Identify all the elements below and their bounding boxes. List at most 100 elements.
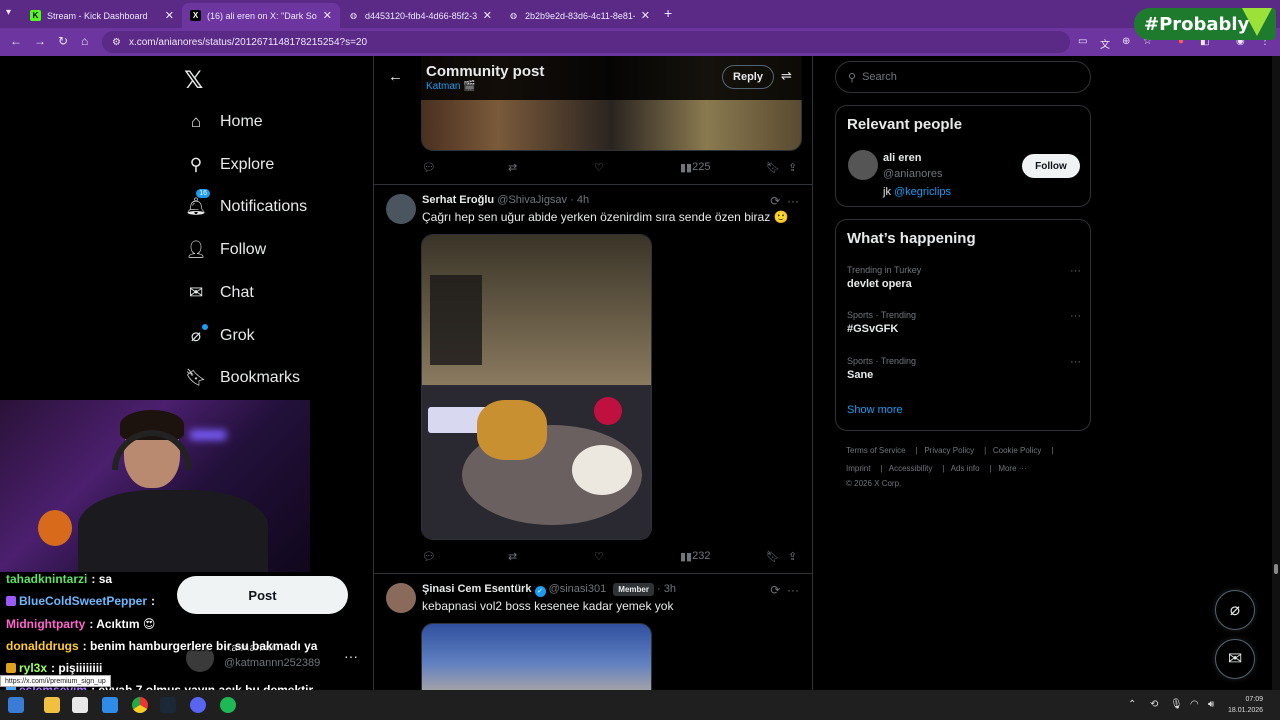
x-logo-icon[interactable]: 𝕏 [184, 66, 203, 95]
nav-notifications[interactable]: 🔔︎ 16 Notifications [185, 189, 307, 217]
more-icon[interactable]: ··· [344, 648, 358, 664]
steam-icon[interactable] [160, 697, 176, 713]
search-input[interactable]: ⚲ Search [835, 61, 1091, 93]
scrollbar-thumb[interactable] [1274, 564, 1278, 574]
nav-home[interactable]: ⌂ Home [186, 112, 263, 132]
author-handle[interactable]: @sinasi301 [549, 583, 607, 595]
zoom-icon[interactable]: ⊕ [1122, 36, 1130, 47]
person-handle[interactable]: @anianores [883, 168, 942, 180]
cast-icon[interactable]: ▭ [1078, 36, 1087, 47]
trend-item[interactable]: Sports · Trending #GSvGFK ··· [847, 310, 1081, 335]
tab-kick-dashboard[interactable]: K Stream - Kick Dashboard ✕ [22, 3, 182, 28]
link-status-url: https://x.com/i/premium_sign_up [0, 675, 111, 687]
tab-uuid-1[interactable]: ◍ d4453120-fdb4-4d66-85f2-327 ✕ [340, 3, 500, 28]
author-handle[interactable]: @ShivaJigsav [497, 194, 567, 206]
like-icon[interactable]: ♡ [594, 550, 604, 563]
reload-icon[interactable]: ↻ [58, 34, 68, 48]
more-icon[interactable]: ⟳ ··· [770, 583, 799, 597]
app-icon[interactable] [102, 697, 118, 713]
share-icon[interactable]: ⇪ [788, 161, 797, 174]
back-icon[interactable]: ← [10, 34, 22, 48]
spotify-icon[interactable] [220, 697, 236, 713]
follow-button[interactable]: Follow [1022, 154, 1080, 178]
forward-icon[interactable]: → [34, 34, 46, 48]
mic-icon[interactable]: 🎙︎ [1170, 699, 1183, 710]
nav-explore[interactable]: ⚲ Explore [186, 155, 274, 175]
more-icon[interactable]: ··· [1070, 265, 1081, 277]
footer-link[interactable]: Privacy Policy [924, 446, 974, 455]
footer-link[interactable]: Terms of Service [846, 446, 906, 455]
post[interactable]: Şinasi Cem Esentürk ✓ @sinasi301 Member … [374, 573, 812, 690]
footer-link[interactable]: Accessibility [889, 464, 933, 473]
post[interactable]: Serhat Eroğlu @ShivaJigsav · 4h ⟳ ··· Ça… [374, 184, 812, 574]
start-icon[interactable] [8, 697, 24, 713]
close-tab-icon[interactable]: ✕ [641, 9, 650, 22]
footer-link[interactable]: More ··· [998, 464, 1026, 473]
trend-item[interactable]: Trending in Turkey devlet opera ··· [847, 265, 1081, 290]
page-scrollbar[interactable] [1272, 56, 1280, 690]
post-image[interactable] [421, 623, 652, 690]
clock[interactable]: 07:09 18.01.2026 [1228, 694, 1263, 716]
avatar[interactable] [386, 583, 416, 613]
nav-follow[interactable]: 👤︎ Follow [185, 240, 266, 260]
more-icon[interactable]: ··· [1070, 356, 1081, 368]
post-time[interactable]: · 4h [570, 194, 589, 206]
filter-settings-icon[interactable]: ⇌ [781, 68, 792, 84]
close-tab-icon[interactable]: ✕ [165, 9, 174, 22]
back-arrow-icon[interactable]: ← [388, 68, 403, 85]
reply-button[interactable]: Reply [722, 65, 774, 89]
network-icon[interactable]: ⟲ [1150, 699, 1158, 710]
chrome-icon[interactable] [132, 697, 148, 713]
author-name[interactable]: Serhat Eroğlu [422, 194, 494, 206]
new-tab-button[interactable]: + [664, 5, 672, 21]
repost-icon[interactable]: ⇄ [508, 161, 517, 174]
views-icon[interactable]: ▮▮ 232 [680, 550, 710, 563]
trend-item[interactable]: Sports · Trending Sane ··· [847, 356, 1081, 381]
footer-link[interactable]: Imprint [846, 464, 870, 473]
post-image[interactable] [421, 234, 652, 540]
post-button[interactable]: Post [177, 576, 348, 614]
bookmark-icon[interactable]: 🔖︎ [766, 161, 780, 174]
reply-icon[interactable]: 💬︎ [422, 550, 436, 563]
reply-icon[interactable]: 💬︎ [422, 161, 436, 174]
site-info-icon[interactable]: ⚙ [112, 37, 121, 48]
footer-link[interactable]: Ads info [951, 464, 980, 473]
grok-icon[interactable]: ⌀ [1215, 590, 1255, 630]
wifi-icon[interactable]: ◠ [1190, 699, 1199, 710]
file-explorer-icon[interactable] [44, 697, 60, 713]
share-icon[interactable]: ⇪ [788, 550, 797, 563]
nav-grok[interactable]: ⌀ Grok [186, 324, 255, 346]
volume-icon[interactable]: 🔊︎ [1208, 699, 1214, 710]
tab-x-post[interactable]: X (16) ali eren on X: "Dark Souls 3 ✕ [182, 3, 340, 28]
repost-icon[interactable]: ⇄ [508, 550, 517, 563]
nav-chat[interactable]: ✉ Chat [186, 283, 254, 303]
person-name[interactable]: ali eren [883, 152, 922, 164]
close-tab-icon[interactable]: ✕ [323, 9, 332, 22]
avatar[interactable] [386, 194, 416, 224]
tab-menu-icon[interactable]: ▾ [6, 7, 11, 18]
bookmark-icon[interactable]: 🔖︎ [766, 550, 780, 563]
views-icon[interactable]: ▮▮ 225 [680, 161, 710, 174]
bio-link[interactable]: @kegriclips [894, 186, 951, 198]
like-icon[interactable]: ♡ [594, 161, 604, 174]
logo-check-shape [1242, 8, 1272, 36]
avatar[interactable] [848, 150, 878, 180]
close-tab-icon[interactable]: ✕ [483, 9, 492, 22]
translate-icon[interactable]: 文 [1100, 36, 1110, 51]
discord-icon[interactable] [190, 697, 206, 713]
show-more-link[interactable]: Show more [847, 404, 903, 416]
tab-uuid-2[interactable]: ◍ 2b2b9e2d-83d6-4c11-8e81-6b ✕ [500, 3, 658, 28]
home-icon[interactable]: ⌂ [81, 34, 88, 48]
author-name[interactable]: Şinasi Cem Esentürk [422, 583, 531, 595]
url-bar[interactable]: ⚙ x.com/anianores/status/201267114817821… [102, 31, 1070, 53]
tray-expand-icon[interactable]: ⌃ [1128, 699, 1136, 710]
app-icon[interactable] [72, 697, 88, 713]
nav-bookmarks[interactable]: 🔖︎ Bookmarks [185, 368, 300, 388]
messages-icon[interactable]: ✉ [1215, 639, 1255, 679]
footer-link[interactable]: Cookie Policy [993, 446, 1041, 455]
more-icon[interactable]: ··· [1070, 310, 1081, 322]
community-link[interactable]: Katman 🎬 [426, 81, 476, 92]
post-time[interactable]: · 3h [657, 583, 676, 595]
panel-title: What’s happening [847, 230, 976, 247]
more-icon[interactable]: ⟳ ··· [770, 194, 799, 208]
